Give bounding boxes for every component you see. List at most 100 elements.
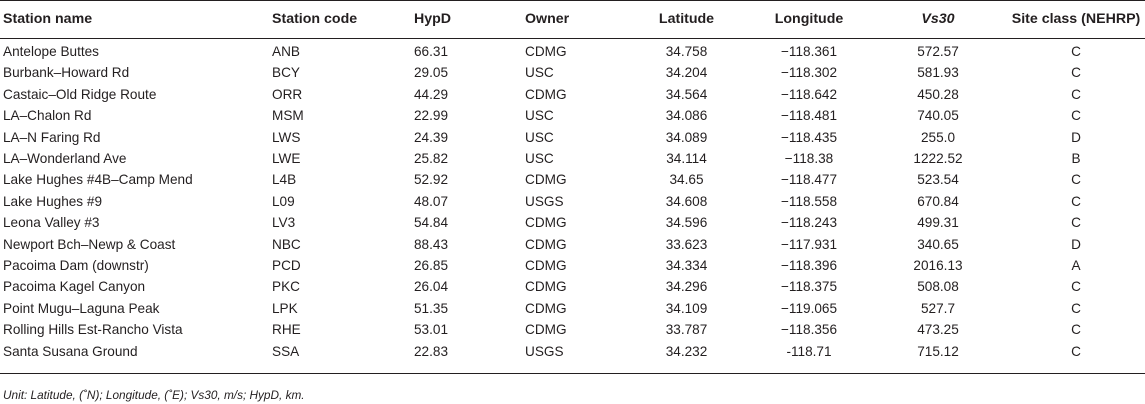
header-station-code: Station code: [272, 11, 358, 27]
hypd-cell: 24.39: [414, 129, 449, 145]
station-name-cell: Castaic–Old Ridge Route: [3, 86, 157, 102]
site-class-cell: C: [1071, 172, 1081, 188]
station-code-cell: MSM: [272, 108, 304, 124]
station-code-cell: BCY: [272, 65, 300, 81]
vs30-cell: 670.84: [917, 193, 959, 209]
hypd-cell: 22.99: [414, 108, 449, 124]
station-name-cell: Pacoima Kagel Canyon: [3, 279, 146, 295]
longitude-cell: -118.71: [786, 343, 832, 359]
vs30-cell: 255.0: [920, 129, 956, 145]
station-code-cell: L09: [272, 193, 295, 209]
site-class-cell: C: [1071, 215, 1081, 231]
vs30-cell: 2016.13: [913, 258, 963, 274]
vs30-cell: 450.28: [917, 86, 959, 102]
station-name-cell: Lake Hughes #4B–Camp Mend: [3, 172, 193, 188]
header-owner: Owner: [525, 11, 570, 27]
longitude-cell: −117.931: [780, 236, 838, 252]
longitude-cell: −118.642: [780, 86, 838, 102]
longitude-cell: −118.481: [780, 108, 838, 124]
hypd-cell: 29.05: [414, 65, 449, 81]
longitude-cell: −119.065: [780, 300, 838, 316]
owner-cell: USC: [525, 151, 554, 167]
station-name-cell: Burbank–Howard Rd: [3, 65, 130, 81]
station-name-cell: LA–Chalon Rd: [3, 108, 92, 124]
station-code-cell: PCD: [272, 258, 301, 274]
station-name-cell: Antelope Buttes: [3, 44, 99, 59]
bottom-rule: [0, 373, 1145, 374]
owner-cell: CDMG: [525, 215, 567, 231]
owner-cell: CDMG: [525, 300, 567, 316]
station-name-cell: Lake Hughes #9: [3, 193, 103, 209]
station-table: Station name Station code HypD Owner Lat…: [0, 0, 1145, 362]
table-row: Pacoima Kagel Canyon PKC 26.04 CDMG 34.296 −1…: [0, 276, 1145, 297]
table-row: Newport Bch–Newp & Coast NBC 88.43 CDMG 33.6…: [0, 234, 1145, 255]
longitude-cell: −118.361: [780, 44, 838, 59]
latitude-cell: 34.232: [665, 343, 708, 359]
vs30-cell: 740.05: [917, 108, 959, 124]
latitude-cell: 33.787: [665, 322, 708, 338]
hypd-cell: 54.84: [414, 215, 449, 231]
header-latitude: Latitude: [658, 11, 715, 27]
station-name-cell: Newport Bch–Newp & Coast: [3, 236, 176, 252]
station-code-cell: L4B: [272, 172, 297, 188]
station-code-cell: LPK: [272, 300, 298, 316]
table-row: Leona Valley #3 LV3 54.84 CDMG 34.596 −118.24…: [0, 212, 1145, 233]
site-class-cell: C: [1071, 44, 1081, 59]
site-class-cell: C: [1071, 322, 1081, 338]
longitude-cell: −118.477: [780, 172, 838, 188]
hypd-cell: 44.29: [414, 86, 449, 102]
site-class-cell: C: [1071, 343, 1081, 359]
station-name-cell: Pacoima Dam (downstr): [3, 258, 149, 274]
latitude-cell: 34.564: [665, 86, 708, 102]
hypd-cell: 48.07: [414, 193, 449, 209]
vs30-cell: 1222.52: [913, 151, 963, 167]
header-site-class: Site class (NEHRP): [1011, 11, 1141, 27]
header-hypd: HypD: [414, 11, 452, 27]
station-name-cell: Rolling Hills Est-Rancho Vista: [3, 322, 183, 338]
table-row: LA–N Faring Rd LWS 24.39 USC 34.089 −118.435 2…: [0, 127, 1145, 148]
table-row: Burbank–Howard Rd BCY 29.05 USC 34.204 −118.3…: [0, 62, 1145, 83]
station-name-cell: Point Mugu–Laguna Peak: [3, 300, 160, 316]
longitude-cell: −118.396: [780, 258, 838, 274]
site-class-cell: C: [1071, 65, 1081, 81]
hypd-cell: 52.92: [414, 172, 449, 188]
station-code-cell: NBC: [272, 236, 301, 252]
hypd-cell: 22.83: [414, 343, 449, 359]
owner-cell: USC: [525, 65, 554, 81]
site-class-cell: C: [1071, 86, 1081, 102]
station-code-cell: LWE: [272, 151, 301, 167]
site-class-cell: A: [1071, 258, 1081, 274]
longitude-cell: −118.302: [780, 65, 838, 81]
header-station-name: Station name: [3, 11, 93, 27]
latitude-cell: 34.608: [665, 193, 708, 209]
hypd-cell: 51.35: [414, 300, 449, 316]
longitude-cell: −118.243: [780, 215, 838, 231]
table-row: Castaic–Old Ridge Route ORR 44.29 CDMG 34.56…: [0, 84, 1145, 105]
owner-cell: CDMG: [525, 86, 567, 102]
latitude-cell: 34.65: [669, 172, 704, 188]
vs30-cell: 340.65: [917, 236, 959, 252]
owner-cell: CDMG: [525, 172, 567, 188]
station-name-cell: LA–N Faring Rd: [3, 129, 101, 145]
site-class-cell: C: [1071, 108, 1081, 124]
latitude-cell: 34.089: [665, 129, 708, 145]
table-row: Lake Hughes #9 L09 48.07 USGS 34.608 −118.558…: [0, 191, 1145, 212]
owner-cell: CDMG: [525, 258, 567, 274]
table-figure: Station name Station code HypD Owner Lat…: [0, 0, 1145, 404]
owner-cell: CDMG: [525, 322, 567, 338]
station-code-cell: RHE: [272, 322, 301, 338]
hypd-cell: 25.82: [414, 151, 449, 167]
owner-cell: CDMG: [525, 279, 567, 295]
station-name-cell: Santa Susana Ground: [3, 343, 138, 359]
vs30-cell: 473.25: [917, 322, 959, 338]
site-class-cell: C: [1071, 279, 1081, 295]
hypd-cell: 88.43: [414, 236, 449, 252]
table-row: Pacoima Dam (downstr) PCD 26.85 CDMG 34.334 −…: [0, 255, 1145, 276]
header-vs30: Vs30: [921, 11, 955, 27]
owner-cell: USC: [525, 129, 554, 145]
site-class-cell: C: [1071, 300, 1081, 316]
latitude-cell: 33.623: [665, 236, 708, 252]
station-code-cell: ANB: [272, 44, 300, 59]
latitude-cell: 34.086: [665, 108, 708, 124]
longitude-cell: −118.375: [780, 279, 838, 295]
